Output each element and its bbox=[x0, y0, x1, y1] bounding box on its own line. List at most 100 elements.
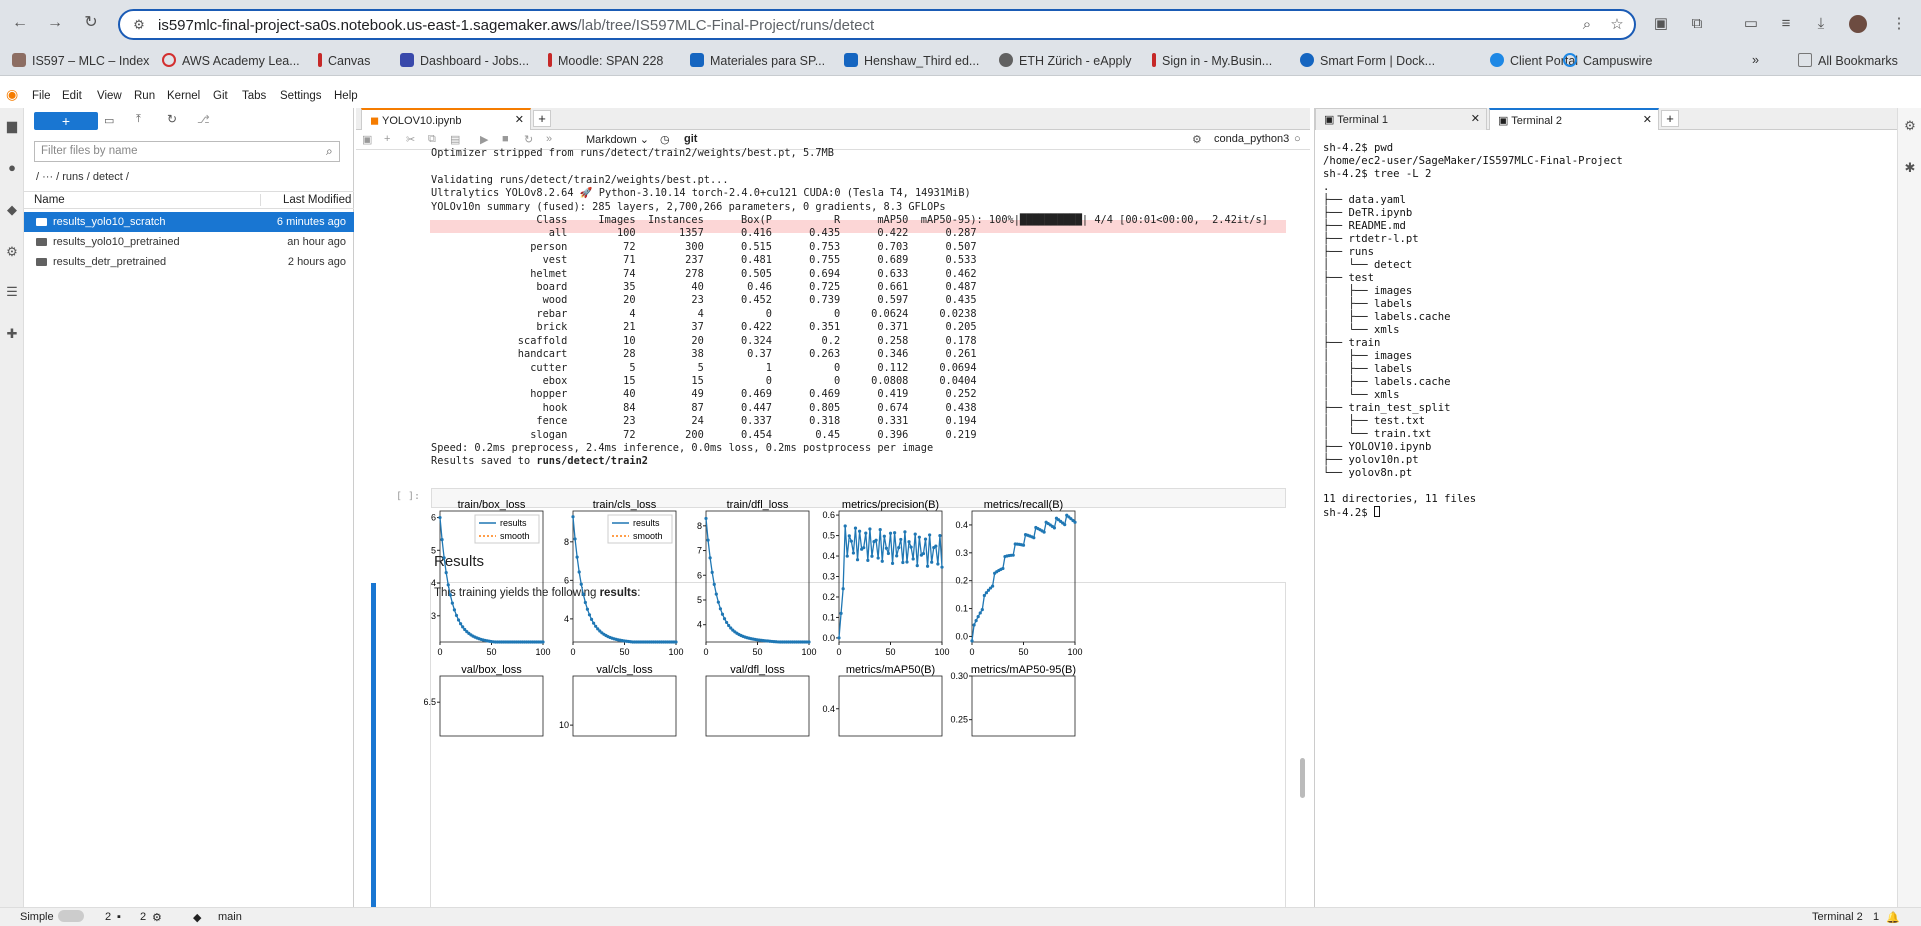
tab-terminal-2[interactable]: ▣ Terminal 2 ✕ bbox=[1489, 108, 1659, 130]
forward-icon[interactable]: → bbox=[44, 12, 66, 34]
menu-icon[interactable]: ⋮ bbox=[1888, 13, 1910, 35]
data-point bbox=[923, 537, 928, 541]
data-point bbox=[928, 533, 932, 537]
column-name[interactable]: Name bbox=[34, 194, 65, 206]
bookmark-item[interactable]: IS597 – MLC – Index bbox=[12, 53, 149, 68]
kernel-count[interactable]: 2 bbox=[105, 911, 111, 923]
data-point bbox=[899, 537, 903, 542]
chart-1: train/cls_loss 8 6 4 0 50 100 results smooth bbox=[564, 499, 684, 657]
data-point bbox=[438, 515, 442, 520]
bookmark-item[interactable]: Henshaw_Third ed... bbox=[844, 53, 979, 68]
cast-icon[interactable]: ▭ bbox=[1740, 13, 1762, 35]
file-item[interactable]: results_yolo10_pretrained an hour ago bbox=[24, 232, 354, 252]
data-point bbox=[853, 526, 858, 530]
bookmark-item[interactable]: Dashboard - Jobs... bbox=[400, 53, 529, 68]
terminal-output[interactable]: sh-4.2$ pwd /home/ec2-user/SageMaker/IS5… bbox=[1323, 142, 1623, 520]
results-charts: train/box_loss65430 50 100resultssmoothtra… bbox=[423, 499, 1083, 737]
avatar[interactable] bbox=[1849, 15, 1867, 33]
upload-icon[interactable]: ⤒ bbox=[136, 113, 141, 126]
new-folder-icon[interactable]: ▭ bbox=[104, 114, 114, 127]
column-last-modified[interactable]: Last Modified bbox=[260, 194, 351, 206]
bookmark-item[interactable]: Moodle: SPAN 228 bbox=[548, 53, 663, 68]
more-bookmarks-icon[interactable]: » bbox=[1752, 53, 1759, 67]
debugger-icon[interactable]: ✱ bbox=[1902, 160, 1918, 176]
git-branch[interactable]: main bbox=[218, 911, 242, 923]
menu-git[interactable]: Git bbox=[213, 90, 228, 102]
folder-icon bbox=[36, 238, 47, 246]
x-tick-label: 0 bbox=[969, 647, 974, 657]
x-tick-label: 0 bbox=[570, 647, 575, 657]
bookmark-item[interactable]: Campuswire bbox=[1563, 53, 1652, 68]
refresh-icon[interactable]: ↻ bbox=[167, 112, 177, 126]
data-point bbox=[674, 640, 678, 644]
data-point bbox=[845, 554, 849, 558]
data-point bbox=[917, 535, 921, 539]
filter-input[interactable]: Filter files by name bbox=[34, 141, 340, 162]
menu-run[interactable]: Run bbox=[134, 90, 155, 102]
zoom-icon[interactable]: ⌕ bbox=[1576, 14, 1598, 36]
site-info-icon[interactable]: ⚙ bbox=[128, 14, 150, 36]
chart-5: val/box_loss 6.5 bbox=[423, 664, 544, 737]
bookmark-item[interactable]: ETH Zürich - eApply bbox=[999, 53, 1132, 68]
bookmark-item[interactable]: Sign in - My.Busin... bbox=[1152, 53, 1272, 68]
menu-file[interactable]: File bbox=[32, 90, 51, 102]
data-point bbox=[868, 527, 872, 531]
terminal-count[interactable]: 2 bbox=[140, 911, 146, 923]
notification-count[interactable]: 1 bbox=[1873, 911, 1879, 923]
bookmark-item[interactable]: Canvas bbox=[318, 53, 370, 68]
file-item[interactable]: results_detr_pretrained 2 hours ago bbox=[24, 252, 354, 272]
address-bar[interactable]: ⚙ is597mlc-final-project-sa0s.notebook.u… bbox=[118, 9, 1636, 40]
y-tick-label: 0.4 bbox=[955, 520, 968, 530]
git-icon[interactable]: ◆ bbox=[4, 202, 20, 218]
menu-tabs[interactable]: Tabs bbox=[242, 90, 266, 102]
git-clone-icon[interactable]: ⎇ bbox=[197, 113, 210, 126]
x-tick-label: 50 bbox=[885, 647, 895, 657]
toc-icon[interactable]: ☰ bbox=[4, 284, 20, 300]
running-icon[interactable]: ● bbox=[4, 160, 20, 176]
menu-edit[interactable]: Edit bbox=[62, 90, 82, 102]
data-point bbox=[976, 615, 980, 619]
close-icon[interactable]: ✕ bbox=[1471, 112, 1480, 125]
breadcrumb[interactable]: / ··· / runs / detect / bbox=[36, 171, 129, 183]
data-point bbox=[934, 544, 938, 548]
menu-help[interactable]: Help bbox=[334, 90, 358, 102]
y-tick-label: 6 bbox=[431, 513, 436, 523]
back-icon[interactable]: ← bbox=[9, 12, 31, 34]
bookmark-item[interactable]: AWS Academy Lea... bbox=[162, 53, 300, 68]
bookmark-item[interactable]: Smart Form | Dock... bbox=[1300, 53, 1435, 68]
menu-settings[interactable]: Settings bbox=[280, 90, 322, 102]
star-icon[interactable]: ☆ bbox=[1606, 14, 1628, 36]
settings-gear-icon[interactable]: ⚙ bbox=[1902, 118, 1918, 134]
menu-kernel[interactable]: Kernel bbox=[167, 90, 200, 102]
media-icon[interactable]: ≡ bbox=[1775, 13, 1797, 35]
data-point bbox=[452, 608, 457, 612]
all-bookmarks[interactable]: All Bookmarks bbox=[1798, 53, 1898, 68]
puzzle-icon[interactable]: ⧉ bbox=[1686, 13, 1708, 35]
property-inspector-icon[interactable]: ⚙ bbox=[4, 244, 20, 260]
reload-icon[interactable]: ↻ bbox=[80, 12, 102, 34]
add-tab-icon[interactable]: + bbox=[1661, 110, 1679, 127]
download-icon[interactable]: ⤓ bbox=[1810, 13, 1832, 35]
bell-icon[interactable]: 🔔 bbox=[1886, 911, 1900, 924]
close-icon[interactable]: ✕ bbox=[1643, 113, 1652, 126]
data-point bbox=[1042, 530, 1046, 534]
bookmark-item[interactable]: Materiales para SP... bbox=[690, 53, 825, 68]
y-tick-label: 0.30 bbox=[950, 671, 968, 681]
gear-icon: ⚙ bbox=[152, 912, 162, 924]
data-point bbox=[911, 557, 915, 561]
browser-toolbar: ← → ↻ ⚙ is597mlc-final-project-sa0s.note… bbox=[0, 0, 1921, 49]
extensions-icon[interactable]: ✚ bbox=[4, 326, 20, 342]
data-point bbox=[459, 622, 463, 626]
new-launcher-button[interactable]: + bbox=[34, 112, 98, 130]
simple-mode-toggle[interactable] bbox=[54, 910, 84, 923]
file-item[interactable]: results_yolo10_scratch 6 minutes ago bbox=[24, 212, 354, 232]
data-point bbox=[880, 559, 884, 563]
data-point bbox=[841, 587, 845, 591]
status-bar: Simple 2 ▪ 2 ⚙ ◆ main Terminal 2 1 🔔 bbox=[0, 907, 1921, 926]
scrollbar[interactable] bbox=[1300, 758, 1305, 798]
folder-icon[interactable]: ▆ bbox=[4, 118, 20, 134]
y-tick-label: 0.0 bbox=[955, 631, 968, 641]
tab-terminal-1[interactable]: ▣ Terminal 1 ✕ bbox=[1315, 108, 1487, 130]
extension-icon[interactable]: ▣ bbox=[1650, 13, 1672, 35]
menu-view[interactable]: View bbox=[97, 90, 122, 102]
